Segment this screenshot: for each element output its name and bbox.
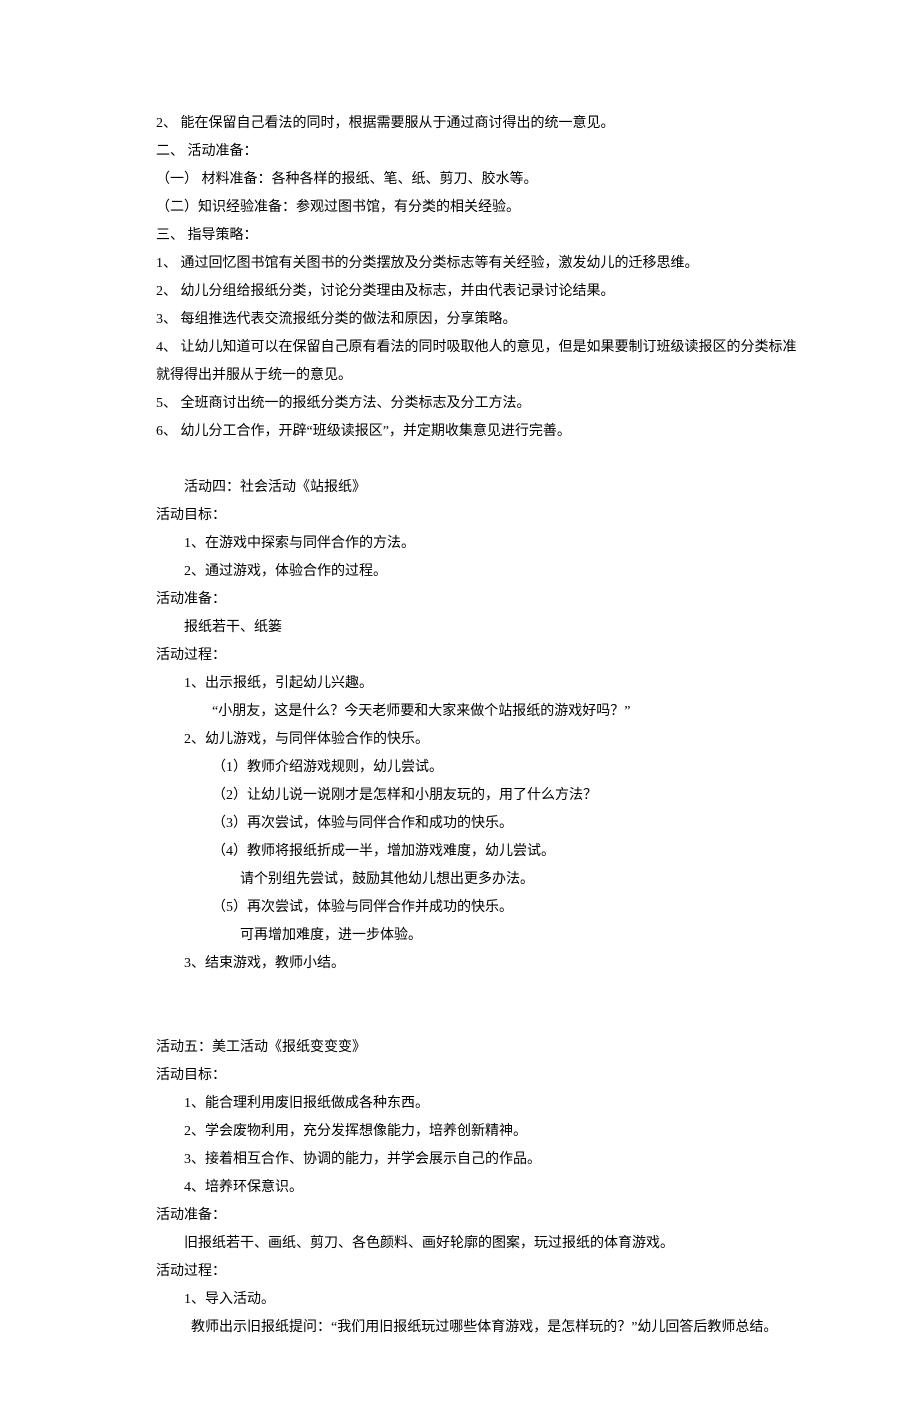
text-line: （2）让幼儿说一说刚才是怎样和小朋友玩的，用了什么方法？ bbox=[156, 782, 800, 810]
text-line: 活动五：美工活动《报纸变变变》 bbox=[156, 1034, 800, 1062]
text-line: 2、学会废物利用，充分发挥想像能力，培养创新精神。 bbox=[156, 1118, 800, 1146]
blank-line bbox=[156, 446, 800, 474]
text-line: 活动目标： bbox=[156, 1062, 800, 1090]
text-line: 请个别组先尝试，鼓励其他幼儿想出更多办法。 bbox=[156, 866, 800, 894]
text-line: （5）再次尝试，体验与同伴合作并成功的快乐。 bbox=[156, 894, 800, 922]
text-line: 活动过程： bbox=[156, 1258, 800, 1286]
text-line: （一） 材料准备：各种各样的报纸、笔、纸、剪刀、胶水等。 bbox=[156, 166, 800, 194]
text-line: “小朋友，这是什么？今天老师要和大家来做个站报纸的游戏好吗？” bbox=[156, 698, 800, 726]
text-line: 活动目标： bbox=[156, 502, 800, 530]
text-line: 报纸若干、纸篓 bbox=[156, 614, 800, 642]
text-line: 3、结束游戏，教师小结。 bbox=[156, 950, 800, 978]
text-line: （1）教师介绍游戏规则，幼儿尝试。 bbox=[156, 754, 800, 782]
text-line: 教师出示旧报纸提问：“我们用旧报纸玩过哪些体育游戏，是怎样玩的？”幼儿回答后教师… bbox=[156, 1314, 800, 1342]
text-line: 1、导入活动。 bbox=[156, 1286, 800, 1314]
text-line: 2、 能在保留自己看法的同时，根据需要服从于通过商讨得出的统一意见。 bbox=[156, 110, 800, 138]
text-line: 旧报纸若干、画纸、剪刀、各色颜料、画好轮廓的图案，玩过报纸的体育游戏。 bbox=[156, 1230, 800, 1258]
text-line: 二、 活动准备： bbox=[156, 138, 800, 166]
text-line: 2、通过游戏，体验合作的过程。 bbox=[156, 558, 800, 586]
text-line: 可再增加难度，进一步体验。 bbox=[156, 922, 800, 950]
text-line: 活动准备： bbox=[156, 586, 800, 614]
blank-line bbox=[156, 978, 800, 1006]
text-line: 4、 让幼儿知道可以在保留自己原有看法的同时吸取他人的意见，但是如果要制订班级读… bbox=[156, 334, 800, 390]
text-line: 活动准备： bbox=[156, 1202, 800, 1230]
text-line: 5、 全班商讨出统一的报纸分类方法、分类标志及分工方法。 bbox=[156, 390, 800, 418]
document-page: 2、 能在保留自己看法的同时，根据需要服从于通过商讨得出的统一意见。二、 活动准… bbox=[0, 0, 920, 1402]
text-line: 1、能合理利用废旧报纸做成各种东西。 bbox=[156, 1090, 800, 1118]
text-line: 活动过程： bbox=[156, 642, 800, 670]
blank-line bbox=[156, 1006, 800, 1034]
text-line: 1、 通过回忆图书馆有关图书的分类摆放及分类标志等有关经验，激发幼儿的迁移思维。 bbox=[156, 250, 800, 278]
text-line: 3、接着相互合作、协调的能力，并学会展示自己的作品。 bbox=[156, 1146, 800, 1174]
text-line: 4、培养环保意识。 bbox=[156, 1174, 800, 1202]
text-line: 2、幼儿游戏，与同伴体验合作的快乐。 bbox=[156, 726, 800, 754]
text-line: （3）再次尝试，体验与同伴合作和成功的快乐。 bbox=[156, 810, 800, 838]
text-line: 1、在游戏中探索与同伴合作的方法。 bbox=[156, 530, 800, 558]
text-line: （4）教师将报纸折成一半，增加游戏难度，幼儿尝试。 bbox=[156, 838, 800, 866]
text-line: 3、 每组推选代表交流报纸分类的做法和原因，分享策略。 bbox=[156, 306, 800, 334]
text-line: 2、 幼儿分组给报纸分类，讨论分类理由及标志，并由代表记录讨论结果。 bbox=[156, 278, 800, 306]
text-line: 三、 指导策略： bbox=[156, 222, 800, 250]
text-line: （二）知识经验准备：参观过图书馆，有分类的相关经验。 bbox=[156, 194, 800, 222]
text-line: 活动四：社会活动《站报纸》 bbox=[156, 474, 800, 502]
text-line: 1、出示报纸，引起幼儿兴趣。 bbox=[156, 670, 800, 698]
text-line: 6、 幼儿分工合作，开辟“班级读报区”，并定期收集意见进行完善。 bbox=[156, 418, 800, 446]
